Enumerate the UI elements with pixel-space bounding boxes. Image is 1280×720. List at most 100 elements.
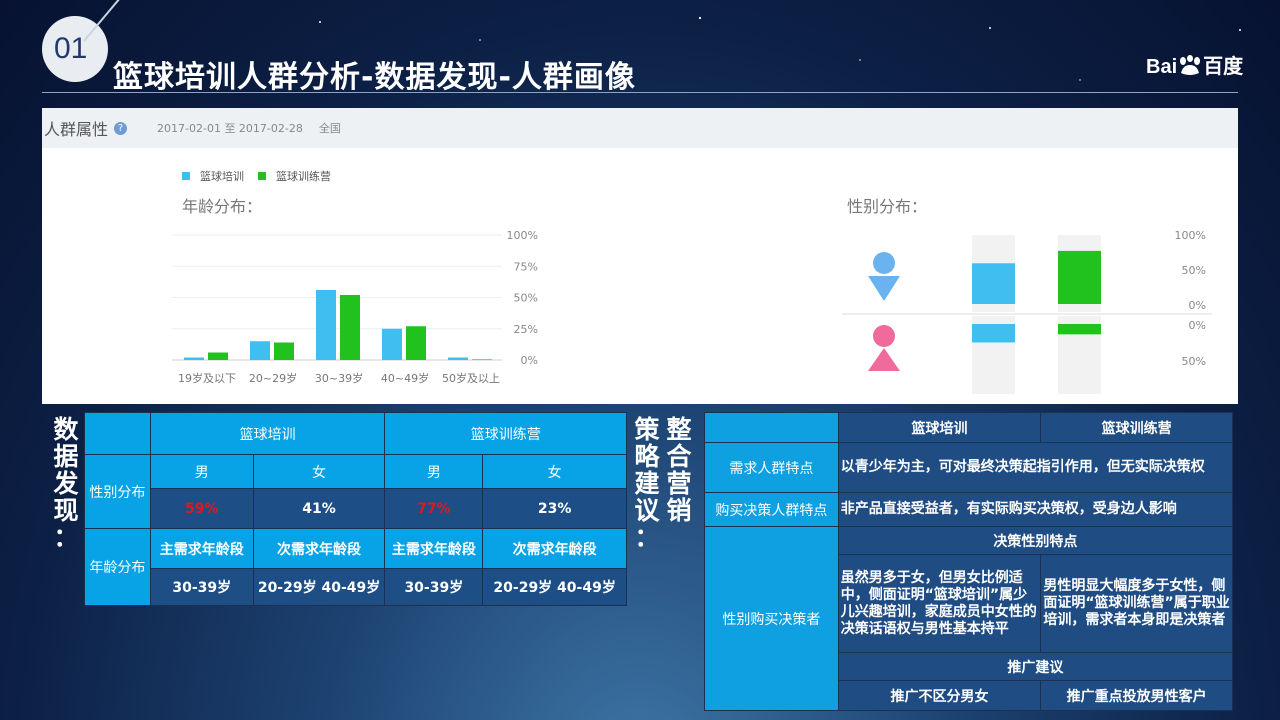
training-female-header: 女 bbox=[252, 454, 386, 489]
legend-swatch-1 bbox=[258, 172, 266, 180]
male-icon-body bbox=[868, 276, 900, 301]
row-need: 需求人群特点 bbox=[704, 442, 839, 493]
age-bar-0-3 bbox=[382, 328, 402, 360]
strategy-table: 篮球培训 篮球训练营 需求人群特点 以青少年为主，可对最终决策起指引作用，但无实… bbox=[704, 412, 1234, 711]
left-label-char-1: 据 bbox=[53, 442, 79, 471]
camp-sub-age-header: 次需求年龄段 bbox=[482, 528, 627, 569]
slide-title: 篮球培训人群分析-数据发现-人群画像 bbox=[113, 60, 636, 95]
left-label-char-0: 数 bbox=[53, 415, 79, 444]
region-label: 全国 bbox=[318, 122, 341, 135]
logo-text-bai: Bai bbox=[1146, 56, 1178, 78]
age-xtick-2: 30~39岁 bbox=[315, 371, 363, 385]
gender-bar-male-0 bbox=[972, 263, 1015, 304]
age-bar-0-1 bbox=[250, 341, 270, 360]
gender-ytick-top-0: 100% bbox=[1175, 229, 1206, 242]
left-label-char-2: 发 bbox=[53, 469, 79, 498]
mid-label-2-char-2: 营 bbox=[666, 469, 692, 498]
data-findings-label: 数据发现： bbox=[51, 416, 81, 551]
baidu-logo: Bai 百度 bbox=[1146, 50, 1243, 79]
age-bar-1-3 bbox=[406, 326, 426, 360]
gender-ytick-top-1: 50% bbox=[1182, 264, 1206, 277]
gender-ytick-bottom-0: 0% bbox=[1189, 319, 1206, 332]
row-gender-buyer: 性别购买决策者 bbox=[704, 526, 839, 711]
training-sub-age: 20-29岁 40-49岁 bbox=[252, 568, 386, 606]
slide-number-badge: 01 bbox=[42, 16, 108, 82]
camp-main-age: 30-39岁 bbox=[384, 568, 484, 606]
training-male-value: 59% bbox=[149, 488, 254, 529]
age-chart-title: 年龄分布： bbox=[182, 197, 262, 216]
camp-main-age-header: 主需求年龄段 bbox=[384, 528, 484, 569]
panel-title: 人群属性 bbox=[44, 120, 109, 139]
training-feature: 虽然男多于女，但男女比例适中，侧面证明“篮球培训”属少儿兴趣培训，家庭成员中女性… bbox=[837, 554, 1042, 653]
gender-chart-title: 性别分布： bbox=[847, 197, 927, 216]
legend-swatch-0 bbox=[182, 172, 190, 180]
col-camp: 篮球训练营 bbox=[384, 412, 627, 455]
age-xtick-1: 20~29岁 bbox=[249, 371, 297, 385]
crowd-attributes-panel: 人群属性 ? 2017-02-01 至 2017-02-28 全国 篮球培训 篮球… bbox=[42, 108, 1238, 404]
findings-table: 篮球培训 篮球训练营 性别分布 男 女 男 女 59% 41% 77% 23% … bbox=[84, 412, 627, 606]
training-male-header: 男 bbox=[149, 454, 254, 489]
mid-label-2-char-0: 整 bbox=[666, 415, 692, 444]
age-bar-1-4 bbox=[472, 359, 492, 360]
row-gender: 性别分布 bbox=[84, 454, 151, 529]
camp-male-header: 男 bbox=[384, 454, 484, 489]
logo-text-baidu: 百度 bbox=[1203, 56, 1244, 78]
col-training: 篮球培训 bbox=[149, 412, 386, 455]
mid-label-2-char-3: 销 bbox=[666, 496, 692, 525]
integrated-marketing-label: 整合营销 bbox=[664, 416, 694, 524]
age-ytick-0: 100% bbox=[507, 229, 538, 242]
gender-bar-female-1 bbox=[1058, 324, 1101, 335]
training-main-age: 30-39岁 bbox=[149, 568, 254, 606]
camp-sub-age: 20-29岁 40-49岁 bbox=[482, 568, 627, 606]
mid-label-1-char-0: 策 bbox=[634, 415, 660, 444]
age-ytick-4: 0% bbox=[521, 354, 538, 367]
age-bar-0-0 bbox=[184, 357, 204, 360]
row-age: 年龄分布 bbox=[84, 528, 151, 606]
charts-canvas: 篮球培训 篮球训练营年龄分布： 100% 75% 50% 25% 0% 19岁及以下 20~29… bbox=[172, 169, 1212, 394]
paw-icon bbox=[1180, 55, 1201, 75]
female-icon-body bbox=[868, 348, 900, 371]
mid-label-1-char-1: 略 bbox=[634, 442, 660, 471]
gender-ytick-bottom-1: 50% bbox=[1182, 355, 1206, 368]
training-main-age-header: 主需求年龄段 bbox=[149, 528, 254, 569]
age-bar-0-4 bbox=[448, 357, 468, 360]
legend-label-0: 篮球培训 bbox=[200, 169, 244, 183]
age-ytick-3: 25% bbox=[514, 323, 538, 336]
mid-label-1-char-4: ： bbox=[634, 523, 660, 552]
need-text: 以青少年为主，可对最终决策起指引作用，但无实际决策权 bbox=[837, 442, 1234, 493]
age-bar-1-1 bbox=[274, 342, 294, 360]
age-xtick-0: 19岁及以下 bbox=[178, 371, 236, 385]
age-xtick-4: 50岁及以上 bbox=[442, 371, 500, 385]
age-bar-0-2 bbox=[316, 290, 336, 360]
mid-label-2-char-1: 合 bbox=[666, 442, 692, 471]
legend-label-1: 篮球训练营 bbox=[276, 169, 331, 183]
strategy-advice-label: 策略建议： bbox=[632, 416, 662, 551]
male-icon bbox=[873, 252, 895, 274]
buy-text: 非产品直接受益者，有实际购买决策权，受身边人影响 bbox=[837, 492, 1234, 527]
panel-header: 人群属性 ? 2017-02-01 至 2017-02-28 全国 bbox=[42, 108, 1238, 148]
age-ytick-1: 75% bbox=[514, 260, 538, 273]
gender-ytick-top-2: 0% bbox=[1189, 299, 1206, 312]
gender-feature-header: 决策性别特点 bbox=[837, 526, 1234, 555]
row-buy: 购买决策人群特点 bbox=[704, 492, 839, 527]
camp-female-header: 女 bbox=[482, 454, 627, 489]
camp-promo: 推广重点投放男性客户 bbox=[1040, 680, 1233, 711]
header-rule bbox=[42, 92, 1238, 93]
female-icon bbox=[873, 325, 895, 347]
corner-cell bbox=[84, 412, 151, 455]
left-label-char-3: 现 bbox=[53, 496, 79, 525]
training-promo: 推广不区分男女 bbox=[837, 680, 1042, 711]
help-icon[interactable]: ? bbox=[114, 121, 128, 135]
camp-feature: 男性明显大幅度多于女性，侧面证明“篮球训练营”属于职业培训，需求者本身即是决策者 bbox=[1040, 554, 1233, 653]
gender-bar-male-1 bbox=[1058, 250, 1101, 304]
left-label-char-4: ： bbox=[53, 523, 79, 552]
camp-male-value: 77% bbox=[384, 488, 484, 529]
date-range: 2017-02-01 至 2017-02-28 bbox=[157, 122, 303, 135]
col-camp-2: 篮球训练营 bbox=[1040, 412, 1233, 443]
training-sub-age-header: 次需求年龄段 bbox=[252, 528, 386, 569]
age-bar-1-0 bbox=[208, 352, 228, 360]
training-female-value: 41% bbox=[252, 488, 386, 529]
corner-cell-2 bbox=[704, 412, 839, 443]
age-xtick-3: 40~49岁 bbox=[381, 371, 429, 385]
mid-label-1-char-2: 建 bbox=[634, 469, 660, 498]
